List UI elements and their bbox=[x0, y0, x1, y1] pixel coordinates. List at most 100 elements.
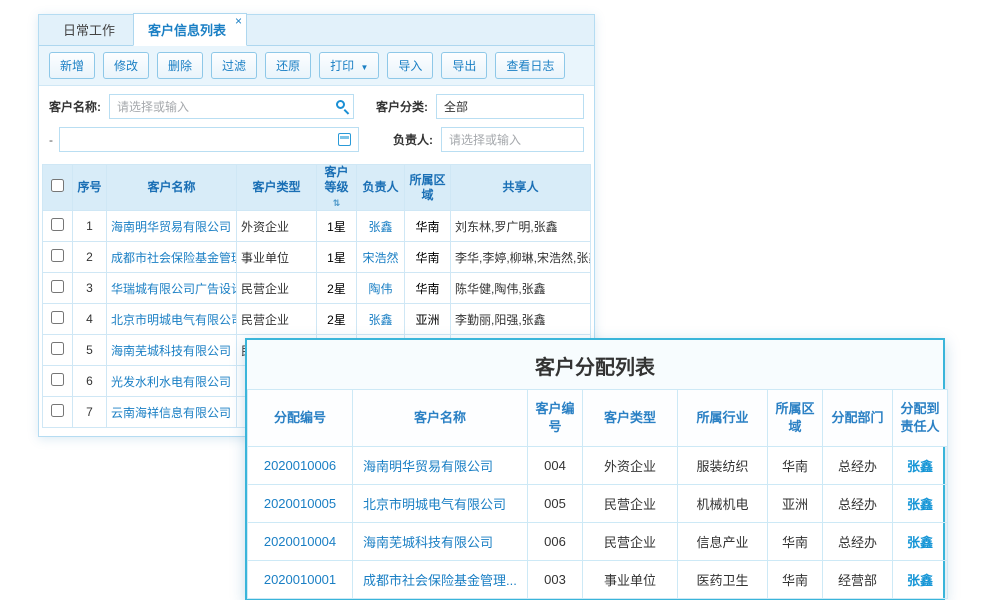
import-button[interactable]: 导入 bbox=[387, 52, 433, 79]
shared-persons: 陈华健,陶伟,张鑫 bbox=[451, 273, 591, 304]
industry: 信息产业 bbox=[678, 523, 768, 561]
customer-no: 006 bbox=[528, 523, 583, 561]
row-checkbox[interactable] bbox=[51, 373, 64, 386]
row-checkbox[interactable] bbox=[51, 342, 64, 355]
customer-name-link[interactable]: 海南芜城科技有限公司 bbox=[353, 523, 528, 561]
customer-category-select[interactable]: 全部 bbox=[436, 94, 584, 119]
restore-button[interactable]: 还原 bbox=[265, 52, 311, 79]
col-header-customer-level: 客户等级 ⇅ bbox=[317, 165, 357, 211]
alloc-no-link[interactable]: 2020010005 bbox=[248, 485, 353, 523]
customer-level: 1星 bbox=[317, 242, 357, 273]
allocation-row: 2020010005 北京市明城电气有限公司 005 民营企业 机械机电 亚洲 … bbox=[248, 485, 948, 523]
col-header-shared: 共享人 bbox=[451, 165, 591, 211]
customer-level: 1星 bbox=[317, 211, 357, 242]
print-button[interactable]: 打印 ▼ bbox=[319, 52, 379, 79]
row-checkbox[interactable] bbox=[51, 280, 64, 293]
row-checkbox[interactable] bbox=[51, 218, 64, 231]
customer-name-link[interactable]: 海南明华贸易有限公司 bbox=[107, 211, 237, 242]
export-button[interactable]: 导出 bbox=[441, 52, 487, 79]
customer-name-input[interactable] bbox=[109, 94, 354, 119]
row-number: 5 bbox=[73, 335, 107, 366]
customer-name-link[interactable]: 海南芜城科技有限公司 bbox=[107, 335, 237, 366]
customer-type: 民营企业 bbox=[583, 523, 678, 561]
alloc-no-link[interactable]: 2020010006 bbox=[248, 447, 353, 485]
owner-link[interactable]: 张鑫 bbox=[357, 304, 405, 335]
customer-name-link[interactable]: 云南海祥信息有限公司 bbox=[107, 397, 237, 428]
date-range-dash: - bbox=[49, 133, 53, 147]
owner-link[interactable]: 张鑫 bbox=[357, 211, 405, 242]
allocation-row: 2020010004 海南芜城科技有限公司 006 民营企业 信息产业 华南 总… bbox=[248, 523, 948, 561]
col-header-alloc-no: 分配编号 bbox=[248, 390, 353, 447]
allocation-row: 2020010006 海南明华贸易有限公司 004 外资企业 服装纺织 华南 总… bbox=[248, 447, 948, 485]
delete-button[interactable]: 删除 bbox=[157, 52, 203, 79]
date-input[interactable] bbox=[59, 127, 359, 152]
select-all-cell bbox=[43, 165, 73, 211]
row-checkbox[interactable] bbox=[51, 404, 64, 417]
alloc-no-link[interactable]: 2020010004 bbox=[248, 523, 353, 561]
row-checkbox-cell bbox=[43, 242, 73, 273]
view-log-button[interactable]: 查看日志 bbox=[495, 52, 565, 79]
allocation-table: 分配编号 客户名称 客户编号 客户类型 所属行业 所属区域 分配部门 分配到责任… bbox=[247, 389, 948, 599]
col-header-industry: 所属行业 bbox=[678, 390, 768, 447]
filter-section: 客户名称: 客户分类: 全部 - 负责人: bbox=[39, 86, 594, 162]
col-header-customer-name: 客户名称 bbox=[353, 390, 528, 447]
close-icon[interactable]: × bbox=[235, 15, 242, 27]
toolbar: 新增 修改 删除 过滤 还原 打印 ▼ 导入 导出 查看日志 bbox=[39, 46, 594, 86]
customer-name-link[interactable]: 北京市明城电气有限公司 bbox=[353, 485, 528, 523]
shared-persons: 李华,李婷,柳琳,宋浩然,张鑫 bbox=[451, 242, 591, 273]
row-checkbox[interactable] bbox=[51, 311, 64, 324]
customer-type: 民营企业 bbox=[583, 485, 678, 523]
region: 华南 bbox=[768, 561, 823, 599]
customer-name-label: 客户名称: bbox=[49, 98, 101, 115]
row-checkbox[interactable] bbox=[51, 249, 64, 262]
select-all-checkbox[interactable] bbox=[51, 179, 64, 192]
assignee-link[interactable]: 张鑫 bbox=[893, 523, 948, 561]
tab-daily-work[interactable]: 日常工作 bbox=[49, 14, 129, 45]
alloc-no-link[interactable]: 2020010001 bbox=[248, 561, 353, 599]
row-number: 4 bbox=[73, 304, 107, 335]
allocation-row: 2020010001 成都市社会保险基金管理... 003 事业单位 医药卫生 … bbox=[248, 561, 948, 599]
region: 华南 bbox=[405, 211, 451, 242]
customer-name-link[interactable]: 海南明华贸易有限公司 bbox=[353, 447, 528, 485]
customer-name-link[interactable]: 光发水利水电有限公司 bbox=[107, 366, 237, 397]
customer-level: 2星 bbox=[317, 273, 357, 304]
customer-type: 民营企业 bbox=[237, 304, 317, 335]
calendar-icon[interactable] bbox=[338, 133, 351, 146]
filter-button[interactable]: 过滤 bbox=[211, 52, 257, 79]
owner-input[interactable] bbox=[441, 127, 584, 152]
search-icon[interactable] bbox=[336, 100, 345, 109]
assignee-link[interactable]: 张鑫 bbox=[893, 447, 948, 485]
assignee-link[interactable]: 张鑫 bbox=[893, 561, 948, 599]
customer-name-link[interactable]: 华瑞城有限公司广告设计部 bbox=[107, 273, 237, 304]
owner-link[interactable]: 陶伟 bbox=[357, 273, 405, 304]
col-header-customer-type: 客户类型 bbox=[237, 165, 317, 211]
customer-name-link[interactable]: 成都市社会保险基金管理... bbox=[353, 561, 528, 599]
region: 华南 bbox=[768, 447, 823, 485]
region: 华南 bbox=[405, 273, 451, 304]
customer-type: 事业单位 bbox=[237, 242, 317, 273]
tab-bar: 日常工作 客户信息列表 × bbox=[39, 15, 594, 46]
row-number: 3 bbox=[73, 273, 107, 304]
customer-no: 005 bbox=[528, 485, 583, 523]
customer-type: 外资企业 bbox=[583, 447, 678, 485]
col-header-customer-no: 客户编号 bbox=[528, 390, 583, 447]
table-row: 4 北京市明城电气有限公司 民营企业 2星 张鑫 亚洲 李勤丽,阳强,张鑫 bbox=[43, 304, 591, 335]
owner-label: 负责人: bbox=[393, 131, 433, 148]
customer-level: 2星 bbox=[317, 304, 357, 335]
customer-name-link[interactable]: 北京市明城电气有限公司 bbox=[107, 304, 237, 335]
row-number: 1 bbox=[73, 211, 107, 242]
edit-button[interactable]: 修改 bbox=[103, 52, 149, 79]
region: 亚洲 bbox=[768, 485, 823, 523]
col-header-region: 所属区域 bbox=[405, 165, 451, 211]
region: 华南 bbox=[768, 523, 823, 561]
assignee-link[interactable]: 张鑫 bbox=[893, 485, 948, 523]
tab-customer-info-list[interactable]: 客户信息列表 × bbox=[133, 13, 247, 46]
customer-name-link[interactable]: 成都市社会保险基金管理... bbox=[107, 242, 237, 273]
sort-icon[interactable]: ⇅ bbox=[333, 198, 341, 209]
col-header-assignee: 分配到责任人 bbox=[893, 390, 948, 447]
allocation-panel-title: 客户分配列表 bbox=[247, 340, 943, 389]
owner-link[interactable]: 宋浩然 bbox=[357, 242, 405, 273]
add-button[interactable]: 新增 bbox=[49, 52, 95, 79]
alloc-dept: 总经办 bbox=[823, 447, 893, 485]
row-checkbox-cell bbox=[43, 304, 73, 335]
